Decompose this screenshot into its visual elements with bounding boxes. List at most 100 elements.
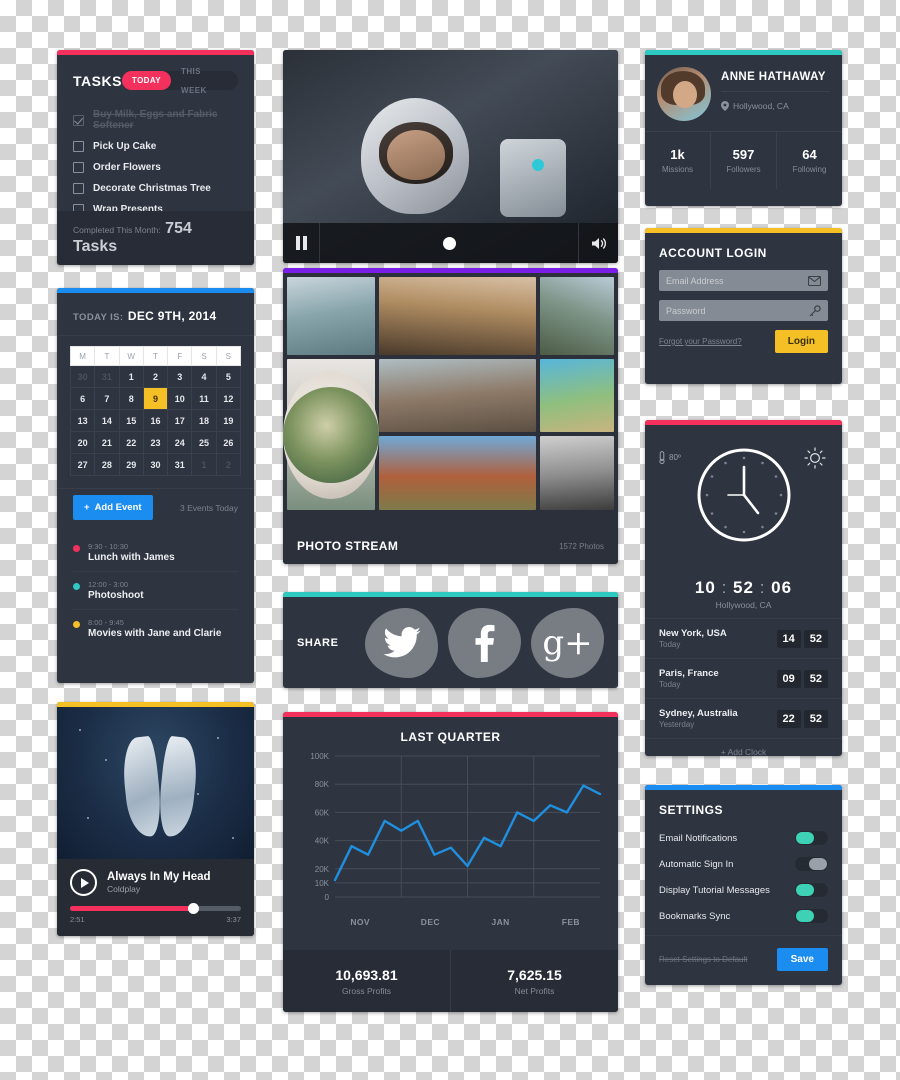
calendar-day[interactable]: 30 (142, 453, 169, 476)
calendar-day[interactable]: 14 (94, 409, 120, 432)
calendar-day[interactable]: 5 (215, 365, 242, 388)
calendar-day[interactable]: 23 (142, 431, 169, 454)
toggle-bookmarks-sync[interactable] (795, 909, 828, 923)
calendar-day[interactable]: 15 (118, 409, 144, 432)
checkbox-icon[interactable] (73, 162, 84, 173)
setting-row-display-tutorial-messages[interactable]: Display Tutorial Messages (645, 877, 842, 903)
checkbox-icon[interactable] (73, 141, 84, 152)
world-clock-item[interactable]: Paris, France Today 09 52 (645, 658, 842, 698)
calendar-day[interactable]: 20 (69, 431, 96, 454)
task-item[interactable]: Decorate Christmas Tree (73, 178, 238, 199)
chart-y-tick-labels: 100K 80K 60K 40K 20K 10K 0 (310, 752, 329, 902)
login-button[interactable]: Login (774, 330, 828, 353)
photo-thumbnail[interactable] (540, 359, 614, 432)
calendar-day[interactable]: 29 (118, 453, 144, 476)
calendar-day[interactable]: 18 (191, 409, 217, 432)
calendar-weekday-row: M T W T F S S (69, 346, 242, 366)
calendar-header: TODAY IS: DEC 9TH, 2014 (57, 293, 254, 336)
task-item[interactable]: Order Flowers (73, 157, 238, 178)
share-facebook-button[interactable] (448, 607, 522, 678)
setting-row-bookmarks-sync[interactable]: Bookmarks Sync (645, 903, 842, 929)
forgot-password-link[interactable]: Forgot your Password? (659, 337, 742, 346)
calendar-day[interactable]: 26 (215, 431, 242, 454)
toggle-email-notifications[interactable] (795, 831, 828, 845)
event-item[interactable]: 12:00 - 3:00 Photoshoot (73, 571, 238, 609)
setting-row-email-notifications[interactable]: Email Notifications (645, 825, 842, 851)
toggle-display-tutorial-messages[interactable] (795, 883, 828, 897)
calendar-day[interactable]: 27 (69, 453, 96, 476)
calendar-day[interactable]: 28 (94, 453, 120, 476)
setting-row-automatic-sign-in[interactable]: Automatic Sign In (645, 851, 842, 877)
play-button[interactable] (70, 869, 97, 896)
photo-thumbnail[interactable] (540, 436, 614, 510)
calendar-day[interactable]: 19 (215, 409, 242, 432)
music-progress-bar[interactable] (70, 903, 241, 914)
task-item[interactable]: Buy Milk, Eggs and Fabric Softener (73, 104, 238, 136)
photo-stream-title: PHOTO STREAM (297, 539, 399, 553)
photo-thumbnail[interactable] (379, 436, 536, 510)
checkbox-icon[interactable] (73, 183, 84, 194)
password-input[interactable] (666, 305, 809, 316)
calendar-day[interactable]: 24 (167, 431, 193, 454)
calendar-day[interactable]: 21 (94, 431, 120, 454)
svg-text:80K: 80K (315, 780, 330, 789)
share-google-plus-button[interactable]: g+ (531, 607, 605, 678)
share-widget: SHARE g+ (283, 592, 618, 688)
photo-thumbnail[interactable] (540, 277, 614, 355)
world-clock-item[interactable]: Sydney, Australia Yesterday 22 52 (645, 698, 842, 738)
calendar-day[interactable]: 3 (167, 365, 193, 388)
task-item[interactable]: Pick Up Cake (73, 136, 238, 157)
calendar-day-selected[interactable]: 9 (142, 387, 169, 410)
reset-settings-link[interactable]: Reset Settings to Default (659, 955, 748, 964)
calendar-day[interactable]: 2 (142, 365, 169, 388)
photo-featured[interactable] (283, 359, 379, 510)
calendar-day[interactable]: 30 (69, 365, 96, 388)
calendar-day[interactable]: 1 (118, 365, 144, 388)
email-input[interactable] (666, 275, 808, 286)
task-label: Buy Milk, Eggs and Fabric Softener (93, 109, 218, 131)
volume-button[interactable] (578, 223, 618, 263)
photo-thumbnail[interactable] (379, 277, 536, 355)
calendar-day[interactable]: 12 (215, 387, 242, 410)
calendar-day[interactable]: 11 (191, 387, 217, 410)
plus-icon: + (720, 747, 726, 756)
calendar-day[interactable]: 16 (142, 409, 169, 432)
photo-thumbnail[interactable] (379, 359, 536, 432)
share-twitter-button[interactable] (365, 607, 439, 678)
calendar-day[interactable]: 17 (167, 409, 193, 432)
checkbox-icon[interactable] (73, 114, 84, 126)
calendar-week-row: 27 28 29 30 31 1 2 (69, 453, 242, 476)
temperature-display: 80º (659, 451, 681, 464)
calendar-day[interactable]: 13 (69, 409, 96, 432)
event-item[interactable]: 9:30 - 10:30 Lunch with James (73, 534, 238, 571)
calendar-day[interactable]: 31 (167, 453, 193, 476)
calendar-day[interactable]: 6 (69, 387, 96, 410)
calendar-day[interactable]: 8 (118, 387, 144, 410)
photo-thumbnail[interactable] (287, 277, 375, 355)
calendar-day[interactable]: 22 (118, 431, 144, 454)
video-progress-knob[interactable] (443, 236, 456, 250)
tasks-range-this-week[interactable]: THIS WEEK (171, 62, 238, 100)
world-clock-item[interactable]: New York, USA Today 14 52 (645, 618, 842, 658)
tasks-range-today[interactable]: TODAY (121, 71, 172, 90)
tasks-range-toggle[interactable]: TODAY THIS WEEK (121, 67, 238, 95)
calendar-day[interactable]: 10 (167, 387, 193, 410)
toggle-knob (796, 832, 814, 844)
calendar-day[interactable]: 7 (94, 387, 120, 410)
email-field[interactable] (659, 270, 828, 291)
calendar-day[interactable]: 4 (191, 365, 217, 388)
save-button[interactable]: Save (776, 948, 828, 971)
profile-widget: ANNE HATHAWAY Hollywood, CA 1k Missions … (645, 50, 842, 206)
calendar-day[interactable]: 25 (191, 431, 217, 454)
toggle-automatic-sign-in[interactable] (795, 857, 828, 871)
pause-button[interactable] (283, 223, 320, 263)
calendar-day[interactable]: 1 (191, 453, 217, 476)
add-clock-button[interactable]: + Add Clock (645, 738, 842, 756)
calendar-day[interactable]: 31 (94, 365, 120, 388)
add-event-button[interactable]: + Add Event (73, 495, 153, 520)
calendar-day[interactable]: 2 (215, 453, 242, 476)
avatar[interactable] (657, 67, 711, 121)
event-item[interactable]: 8:00 - 9:45 Movies with Jane and Clarie (73, 609, 238, 647)
password-field[interactable] (659, 300, 828, 321)
music-progress-knob[interactable] (188, 903, 200, 914)
